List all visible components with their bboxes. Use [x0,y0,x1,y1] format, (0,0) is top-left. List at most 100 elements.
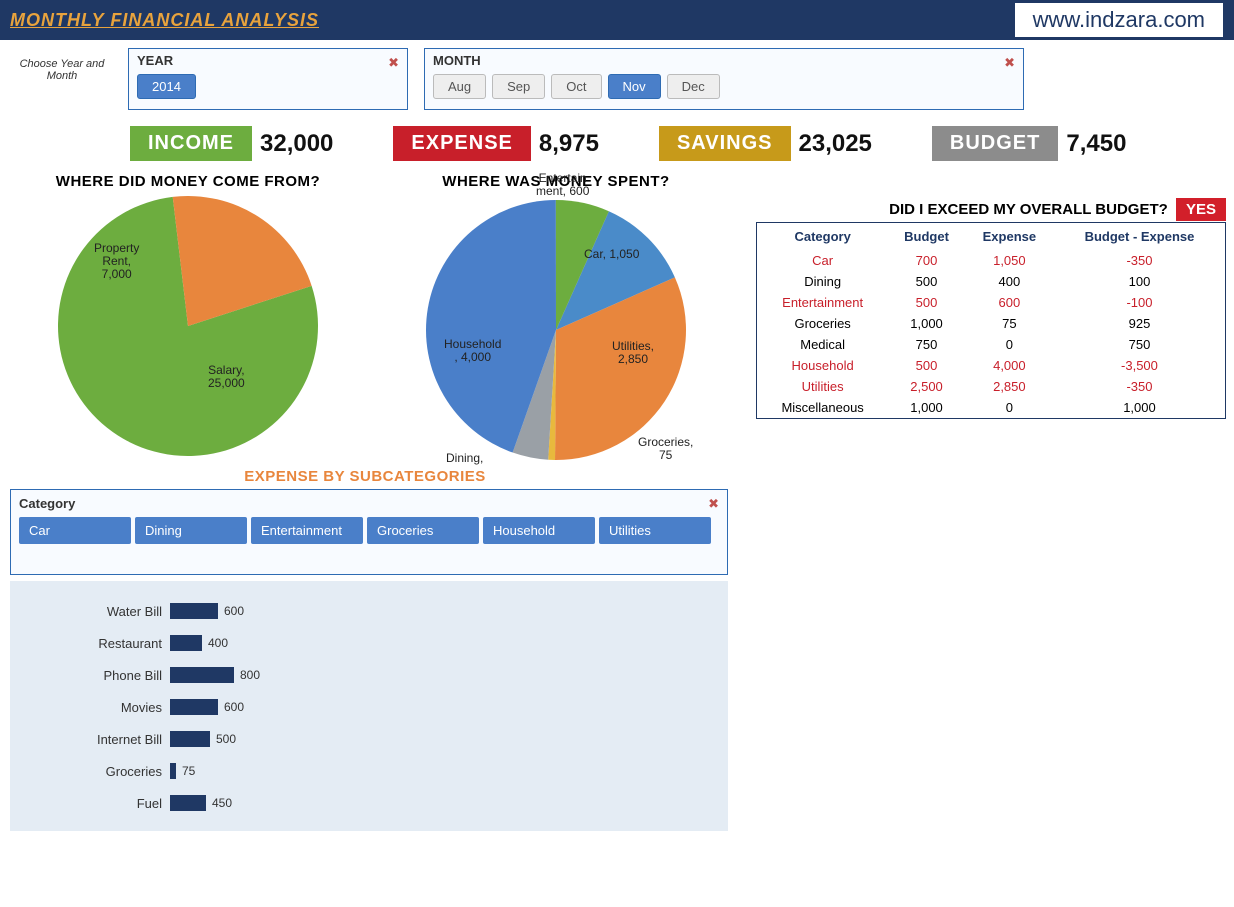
bar-value: 450 [212,796,232,810]
table-row: Miscellaneous1,00001,000 [757,397,1226,419]
clear-filter-icon[interactable]: ✖ [708,496,719,512]
kpi-budget-value: 7,450 [1066,130,1126,158]
page-title: MONTHLY FINANCIAL ANALYSIS [10,10,319,31]
bar [170,731,210,747]
year-slicer[interactable]: YEAR ✖ 2014 [128,48,408,110]
pie-label: Dining, [446,452,483,465]
pie-label: Entertainment, 600 [536,172,589,198]
subcategory-title: EXPENSE BY SUBCATEGORIES [0,468,720,485]
category-pill-groceries[interactable]: Groceries [367,517,479,544]
bar-label: Fuel [20,796,170,811]
bar-row: Movies 600 [20,693,718,721]
choose-label: Choose Year and Month [12,48,112,82]
income-chart-title: WHERE DID MONEY COME FROM? [8,173,368,190]
pie-label: Household, 4,000 [444,338,501,364]
category-pill-car[interactable]: Car [19,517,131,544]
table-header: Category [757,223,889,251]
category-slicer-title: Category [19,496,719,511]
pie-label: Salary,25,000 [208,364,245,390]
bar-row: Fuel 450 [20,789,718,817]
bar-value: 600 [224,700,244,714]
bar-row: Phone Bill 800 [20,661,718,689]
kpi-expense-label: EXPENSE [393,126,530,161]
expense-pie-container: WHERE WAS MONEY SPENT? Entertainment, 60… [376,173,736,460]
pie-label: Utilities,2,850 [612,340,654,366]
kpi-expense: EXPENSE 8,975 [393,126,599,161]
bar-value: 800 [240,668,260,682]
pie-label: Car, 1,050 [584,248,639,261]
filter-row: Choose Year and Month YEAR ✖ 2014 MONTH … [0,40,1234,118]
table-header: Expense [965,223,1054,251]
table-row: Groceries1,00075925 [757,313,1226,334]
charts-row: WHERE DID MONEY COME FROM? PropertyRent,… [0,169,1234,464]
pie-label: Groceries,75 [638,436,693,462]
bar-label: Groceries [20,764,170,779]
bar-row: Restaurant 400 [20,629,718,657]
month-pill-sep[interactable]: Sep [492,74,545,99]
kpi-savings-value: 23,025 [799,130,872,158]
bar [170,763,176,779]
exceed-row: DID I EXCEED MY OVERALL BUDGET? YES [756,201,1226,218]
kpi-expense-value: 8,975 [539,130,599,158]
category-pill-household[interactable]: Household [483,517,595,544]
month-pill-oct[interactable]: Oct [551,74,601,99]
year-slicer-title: YEAR [137,53,399,68]
month-pill-nov[interactable]: Nov [608,74,661,99]
exceed-question: DID I EXCEED MY OVERALL BUDGET? [889,201,1168,218]
subcategory-bar-chart: Water Bill 600 Restaurant 400 Phone Bill 800 M… [10,581,728,831]
budget-table: CategoryBudgetExpenseBudget - Expense Ca… [756,222,1226,419]
table-row: Dining500400100 [757,271,1226,292]
bar [170,667,234,683]
bar-label: Water Bill [20,604,170,619]
category-pill-dining[interactable]: Dining [135,517,247,544]
bar-row: Internet Bill 500 [20,725,718,753]
month-slicer[interactable]: MONTH ✖ AugSepOct NovDec [424,48,1024,110]
kpi-savings-label: SAVINGS [659,126,791,161]
kpi-budget-label: BUDGET [932,126,1058,161]
bar-label: Phone Bill [20,668,170,683]
site-link[interactable]: www.indzara.com [1014,2,1224,38]
bar-label: Movies [20,700,170,715]
bar-value: 600 [224,604,244,618]
income-pie: PropertyRent,7,000 Salary,25,000 [58,196,318,456]
category-pill-entertainment[interactable]: Entertainment [251,517,363,544]
budget-column: DID I EXCEED MY OVERALL BUDGET? YES Cate… [756,173,1226,419]
bar-label: Restaurant [20,636,170,651]
table-header: Budget [888,223,965,251]
pie-label: PropertyRent,7,000 [94,242,139,282]
expense-pie: Entertainment, 600 Car, 1,050 Utilities,… [426,200,686,460]
table-row: Entertainment500600-100 [757,292,1226,313]
clear-filter-icon[interactable]: ✖ [388,55,399,71]
kpi-income-value: 32,000 [260,130,333,158]
bar-label: Internet Bill [20,732,170,747]
month-slicer-title: MONTH [433,53,1015,68]
kpi-income: INCOME 32,000 [130,126,333,161]
bar-row: Water Bill 600 [20,597,718,625]
bar [170,635,202,651]
exceed-answer: YES [1176,198,1226,221]
category-pill-utilities[interactable]: Utilities [599,517,711,544]
table-row: Utilities2,5002,850-350 [757,376,1226,397]
kpi-budget: BUDGET 7,450 [932,126,1127,161]
bar-value: 75 [182,764,195,778]
kpi-income-label: INCOME [130,126,252,161]
bar [170,795,206,811]
bar-value: 400 [208,636,228,650]
year-pill[interactable]: 2014 [137,74,196,99]
kpi-savings: SAVINGS 23,025 [659,126,872,161]
month-pill-aug[interactable]: Aug [433,74,486,99]
bar [170,603,218,619]
table-row: Medical7500750 [757,334,1226,355]
bar-value: 500 [216,732,236,746]
table-row: Car7001,050-350 [757,250,1226,271]
bar [170,699,218,715]
category-slicer[interactable]: Category ✖ CarDiningEntertainmentGroceri… [10,489,728,575]
table-row: Household5004,000-3,500 [757,355,1226,376]
month-pill-dec[interactable]: Dec [667,74,720,99]
kpi-row: INCOME 32,000 EXPENSE 8,975 SAVINGS 23,0… [0,118,1234,169]
clear-filter-icon[interactable]: ✖ [1004,55,1015,71]
income-pie-container: WHERE DID MONEY COME FROM? PropertyRent,… [8,173,368,456]
table-header: Budget - Expense [1054,223,1226,251]
header-bar: MONTHLY FINANCIAL ANALYSIS www.indzara.c… [0,0,1234,40]
bar-row: Groceries 75 [20,757,718,785]
